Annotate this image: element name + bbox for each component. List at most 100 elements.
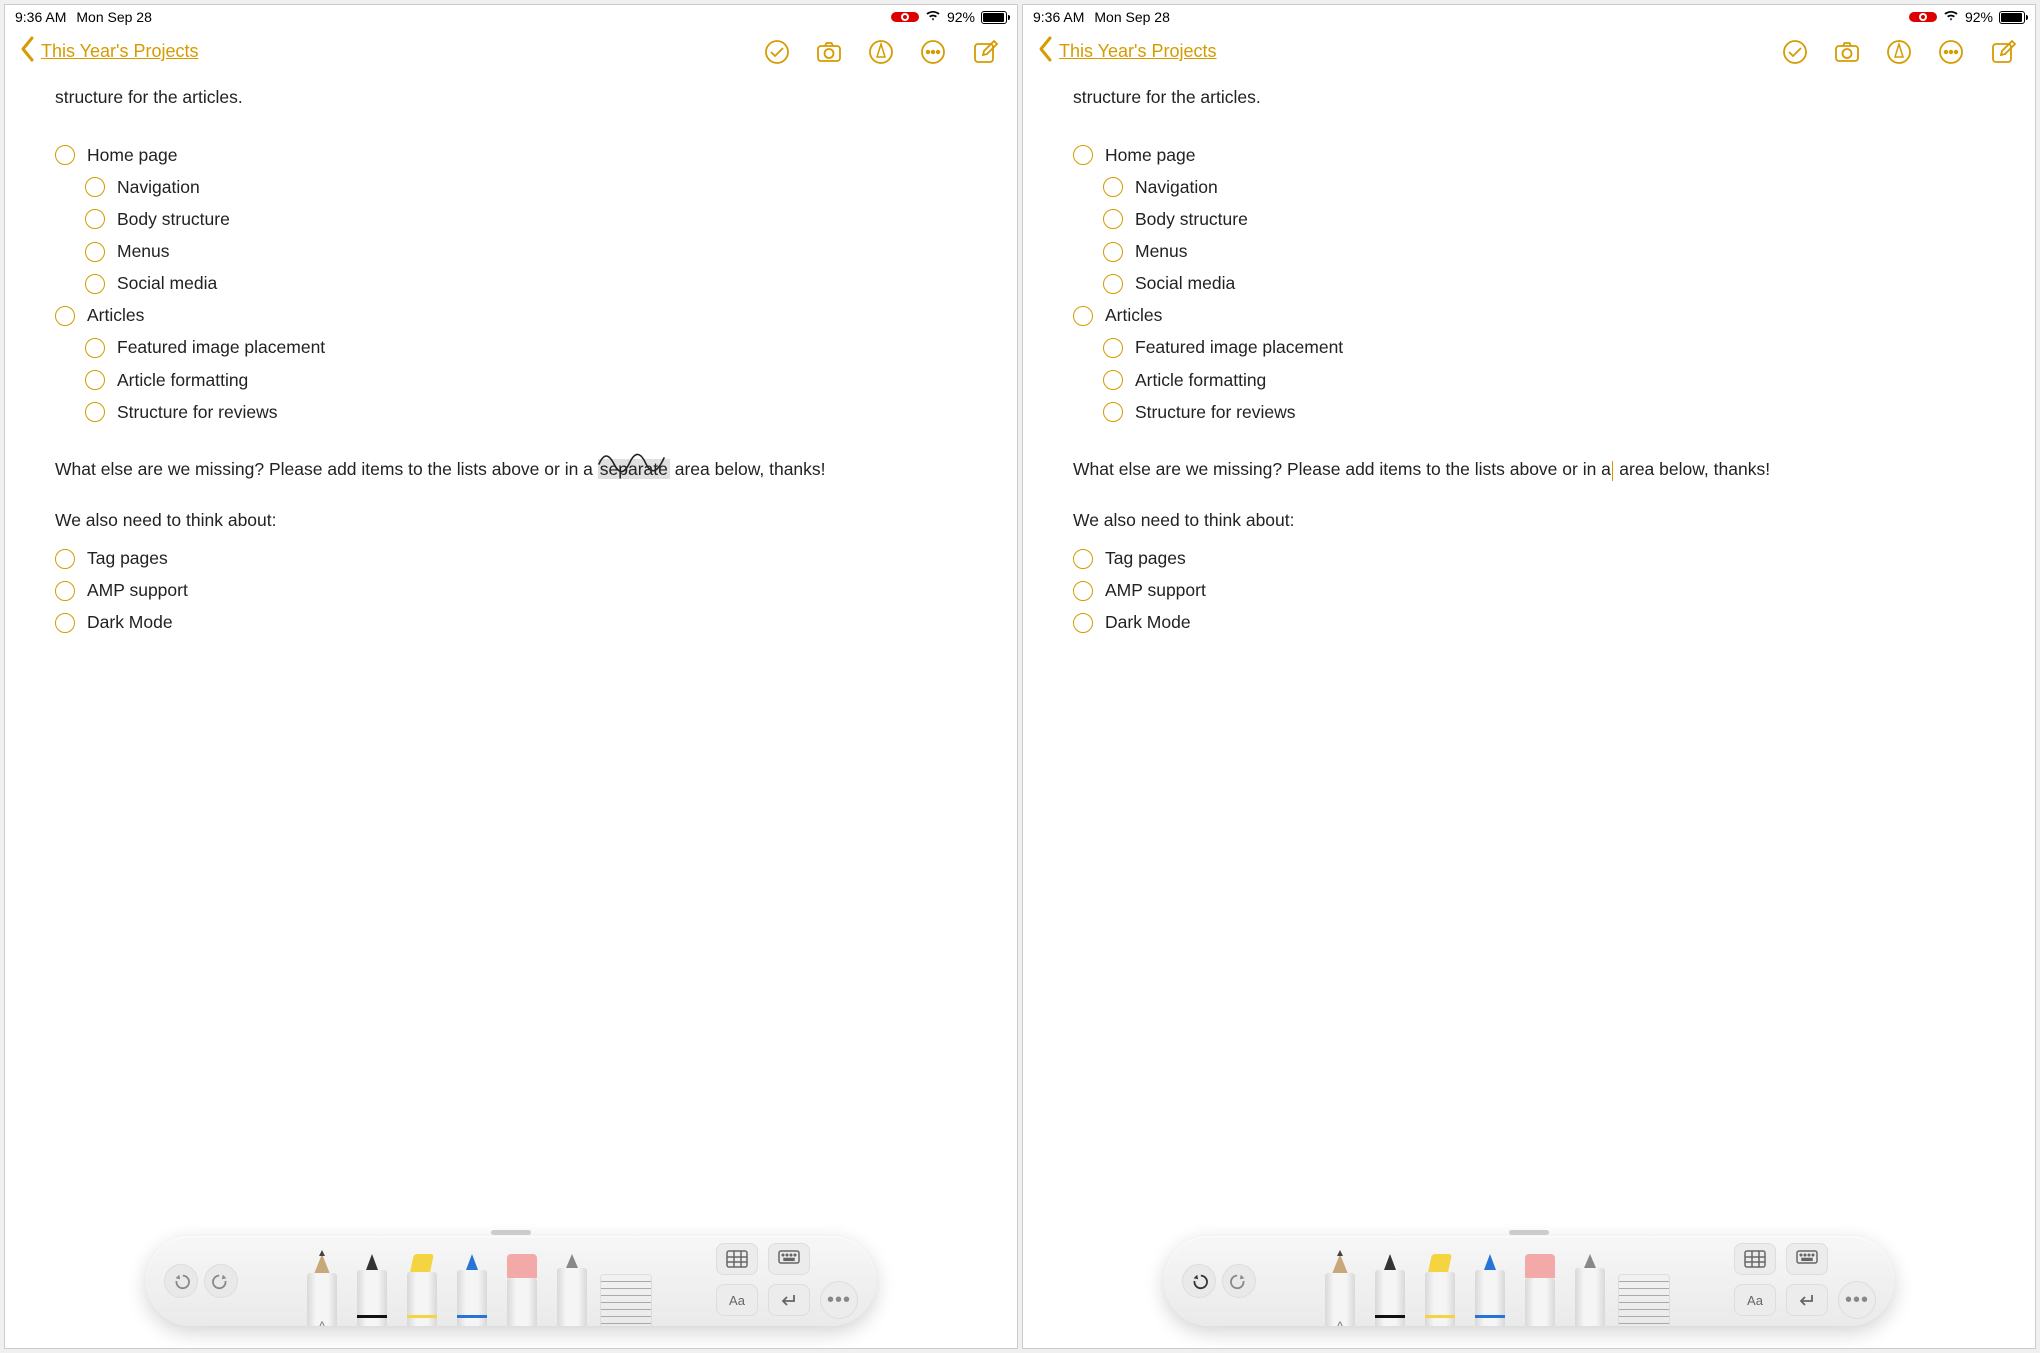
recording-indicator	[891, 12, 919, 22]
list-item: Body structure	[1103, 203, 1993, 235]
list-item: Featured image placement	[85, 332, 975, 364]
checkbox-circle[interactable]	[85, 338, 105, 358]
checklist-icon[interactable]	[1781, 38, 1809, 66]
status-time: 9:36 AM	[1033, 9, 1084, 25]
list-item: Home page	[1073, 139, 1993, 171]
status-bar: 9:36 AM Mon Sep 28 92%	[1023, 5, 2035, 29]
checkbox-circle[interactable]	[1103, 209, 1123, 229]
marker-tool[interactable]: 97	[1418, 1254, 1462, 1326]
checkbox-circle[interactable]	[55, 549, 75, 569]
checkbox-circle[interactable]	[1073, 145, 1093, 165]
list-item: Body structure	[85, 203, 975, 235]
note-content[interactable]: structure for the articles. Home page Na…	[5, 84, 1017, 639]
pencilkit-palette[interactable]: A 97 50 Aa •••	[1164, 1236, 1894, 1326]
return-button[interactable]	[768, 1284, 810, 1316]
back-label: This Year's Projects	[1059, 41, 1217, 62]
text-format-button[interactable]: Aa	[716, 1284, 758, 1316]
eraser-tool[interactable]	[1518, 1254, 1562, 1326]
list-item: Featured image placement	[1103, 332, 1993, 364]
more-icon[interactable]	[1937, 38, 1965, 66]
checkbox-circle[interactable]	[1103, 370, 1123, 390]
scribble-delete-gesture: separate	[598, 456, 670, 483]
keyboard-button[interactable]	[768, 1243, 810, 1275]
palette-more-button[interactable]: •••	[1838, 1281, 1876, 1319]
text-format-button[interactable]: Aa	[1734, 1284, 1776, 1316]
ruler-tool[interactable]	[1618, 1274, 1670, 1326]
subheading: We also need to think about:	[55, 507, 975, 534]
undo-button[interactable]	[1182, 1264, 1216, 1298]
lasso-tool[interactable]	[1568, 1254, 1612, 1326]
checklist-top: Home page	[1073, 139, 1993, 171]
wifi-icon	[925, 9, 941, 25]
checkbox-circle[interactable]	[85, 209, 105, 229]
checkbox-circle[interactable]	[1073, 581, 1093, 601]
keyboard-button[interactable]	[1786, 1243, 1828, 1275]
table-button[interactable]	[1734, 1243, 1776, 1275]
checkbox-circle[interactable]	[85, 402, 105, 422]
redo-button[interactable]	[1222, 1264, 1256, 1298]
list-item: Articles	[55, 300, 975, 332]
lasso-tool[interactable]	[550, 1254, 594, 1326]
subheading: We also need to think about:	[1073, 507, 1993, 534]
palette-more-button[interactable]: •••	[820, 1281, 858, 1319]
camera-icon[interactable]	[1833, 38, 1861, 66]
marker-tool[interactable]: 97	[400, 1254, 444, 1326]
back-button[interactable]: This Year's Projects	[19, 35, 199, 68]
nav-toolbar: This Year's Projects	[1023, 29, 2035, 84]
palette-handle[interactable]	[491, 1230, 531, 1235]
list-item: Structure for reviews	[1103, 396, 1993, 428]
pen-tool[interactable]	[1368, 1254, 1412, 1326]
pencil-tool-scribble[interactable]: A	[1318, 1254, 1362, 1326]
markup-icon[interactable]	[1885, 38, 1913, 66]
list-item: Tag pages	[55, 543, 975, 575]
checkbox-circle[interactable]	[85, 242, 105, 262]
pencil-tool-blue[interactable]: 50	[1468, 1254, 1512, 1326]
more-icon[interactable]	[919, 38, 947, 66]
wifi-icon	[1943, 9, 1959, 25]
undo-button[interactable]	[164, 1264, 198, 1298]
table-button[interactable]	[716, 1243, 758, 1275]
checkbox-circle[interactable]	[85, 370, 105, 390]
checkbox-circle[interactable]	[1073, 613, 1093, 633]
list-item: Menus	[1103, 236, 1993, 268]
checkbox-circle[interactable]	[1103, 177, 1123, 197]
checkbox-circle[interactable]	[1103, 402, 1123, 422]
checkbox-circle[interactable]	[85, 274, 105, 294]
back-button[interactable]: This Year's Projects	[1037, 35, 1217, 68]
battery-percent: 92%	[947, 9, 975, 25]
checklist-bottom: Tag pages AMP support Dark Mode	[55, 543, 975, 639]
checkbox-circle[interactable]	[1103, 242, 1123, 262]
note-content[interactable]: structure for the articles. Home page Na…	[1023, 84, 2035, 639]
checklist-bottom: Tag pages AMP support Dark Mode	[1073, 543, 1993, 639]
ruler-tool[interactable]	[600, 1274, 652, 1326]
checkbox-circle[interactable]	[1073, 549, 1093, 569]
checkbox-circle[interactable]	[55, 306, 75, 326]
redo-button[interactable]	[204, 1264, 238, 1298]
notes-panel-left: 9:36 AM Mon Sep 28 92% This Year's Proje…	[4, 4, 1018, 1349]
checklist-icon[interactable]	[763, 38, 791, 66]
checkbox-circle[interactable]	[1103, 338, 1123, 358]
checkbox-circle[interactable]	[55, 581, 75, 601]
checkbox-circle[interactable]	[55, 613, 75, 633]
checkbox-circle[interactable]	[85, 177, 105, 197]
pencilkit-palette[interactable]: A 97 50 Aa •••	[146, 1236, 876, 1326]
pen-tool[interactable]	[350, 1254, 394, 1326]
pencil-tool-scribble[interactable]: A	[300, 1254, 344, 1326]
eraser-tool[interactable]	[500, 1254, 544, 1326]
return-button[interactable]	[1786, 1284, 1828, 1316]
list-item: Social media	[85, 268, 975, 300]
checkbox-circle[interactable]	[55, 145, 75, 165]
palette-handle[interactable]	[1509, 1230, 1549, 1235]
status-date: Mon Sep 28	[1094, 9, 1170, 25]
camera-icon[interactable]	[815, 38, 843, 66]
recording-indicator	[1909, 12, 1937, 22]
markup-icon[interactable]	[867, 38, 895, 66]
pencil-tool-blue[interactable]: 50	[450, 1254, 494, 1326]
compose-icon[interactable]	[1989, 38, 2017, 66]
compose-icon[interactable]	[971, 38, 999, 66]
list-item: Dark Mode	[55, 607, 975, 639]
checklist-top: Home page	[55, 139, 975, 171]
checkbox-circle[interactable]	[1073, 306, 1093, 326]
checkbox-circle[interactable]	[1103, 274, 1123, 294]
intro-text: structure for the articles.	[1073, 84, 1993, 111]
